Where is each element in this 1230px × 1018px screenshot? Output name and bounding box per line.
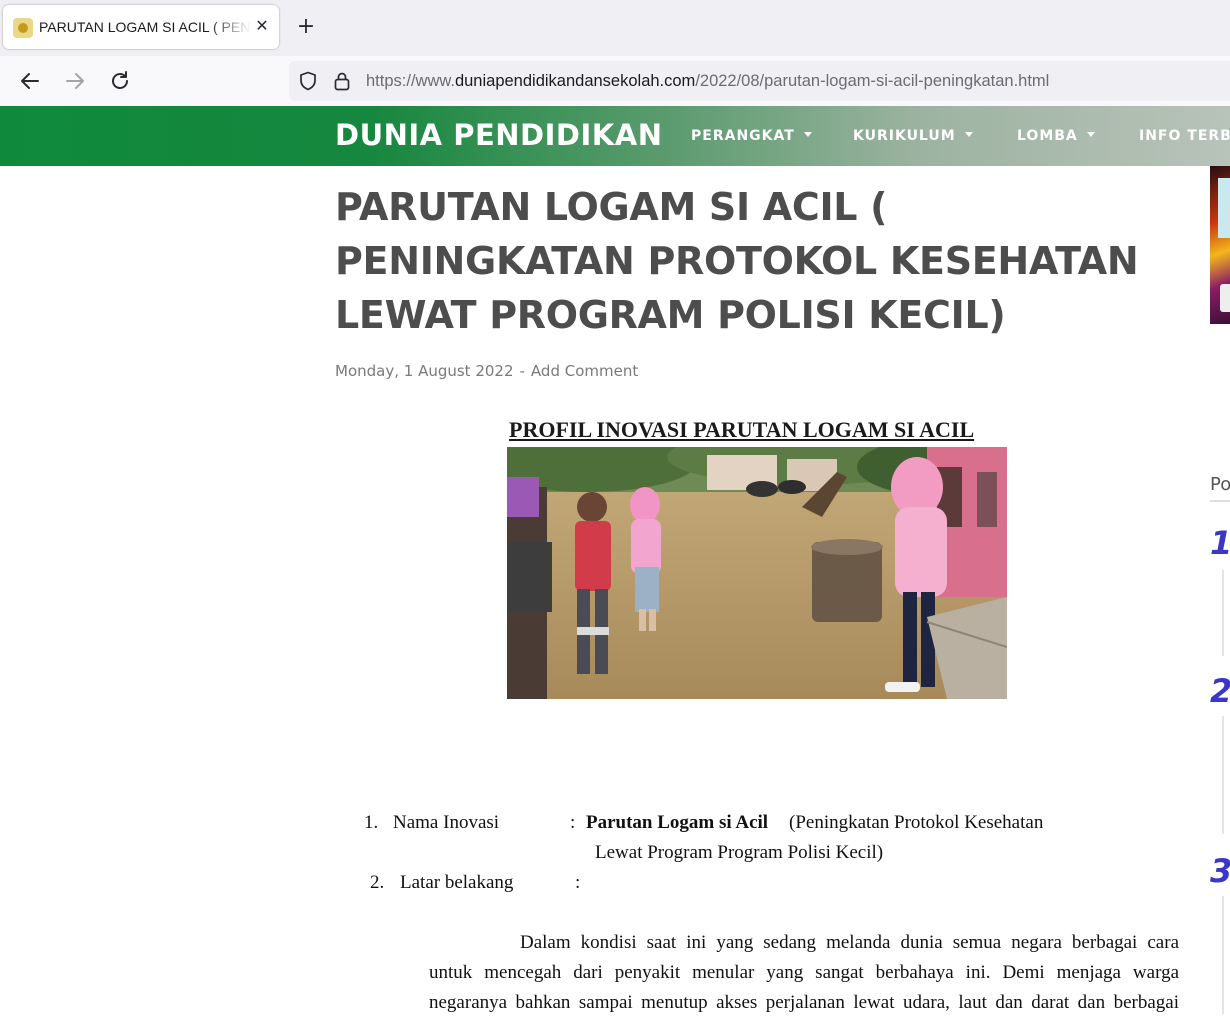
menu-label: PERANGKAT xyxy=(691,128,795,144)
url-host: duniapendidikandansekolah.com xyxy=(454,72,696,90)
chevron-down-icon xyxy=(964,131,973,137)
item2-number: 2. xyxy=(370,872,385,893)
address-bar[interactable]: https://www.duniapendidikandansekolah.co… xyxy=(289,61,1230,101)
sidebar-divider xyxy=(1210,500,1230,502)
item1-value-bold: Parutan Logam si Acil xyxy=(586,812,769,833)
site-favicon-icon xyxy=(13,18,33,38)
ad-button[interactable] xyxy=(1220,284,1230,312)
background-paragraph: Dalam kondisi saat ini yang sedang melan… xyxy=(429,928,1179,1018)
site-header: DUNIA PENDIDIKAN PERANGKAT KURIKULUM LOM… xyxy=(0,106,1230,166)
paragraph-line: untuk mencegah dari penyakit menular yan… xyxy=(429,962,1179,983)
item2-colon: : xyxy=(575,872,581,893)
sidebar-ad-banner[interactable] xyxy=(1210,166,1230,324)
menu-label: LOMBA xyxy=(1017,128,1078,144)
menu-kurikulum[interactable]: KURIKULUM xyxy=(853,128,973,144)
item1-value-rest: (Peningkatan Protokol Kesehatan xyxy=(789,812,1044,833)
item1-value-line2: Lewat Program Program Polisi Kecil) xyxy=(595,842,884,863)
item1-number: 1. xyxy=(364,812,379,833)
site-logo-title[interactable]: DUNIA PENDIDIKAN xyxy=(335,118,662,152)
profile-heading: PROFIL INOVASI PARUTAN LOGAM SI ACIL xyxy=(509,417,975,442)
sidebar-item-border xyxy=(1222,896,1224,1014)
add-comment-link[interactable]: Add Comment xyxy=(531,362,638,380)
url-path: /2022/08/parutan-logam-si-acil-peningkat… xyxy=(695,72,1050,90)
menu-perangkat[interactable]: PERANGKAT xyxy=(691,128,812,144)
item1-colon: : xyxy=(570,812,576,833)
chevron-down-icon xyxy=(803,131,812,137)
menu-lomba[interactable]: LOMBA xyxy=(1017,128,1095,144)
popular-rank-number[interactable]: 2 xyxy=(1210,672,1230,710)
back-arrow-icon[interactable] xyxy=(15,66,45,96)
article-photo xyxy=(507,447,1007,699)
chevron-down-icon xyxy=(1086,131,1095,137)
menu-label: KURIKULUM xyxy=(853,128,956,144)
item2-label: Latar belakang xyxy=(400,872,514,893)
browser-tab[interactable]: PARUTAN LOGAM SI ACIL ( PENINGKATAN PROT… xyxy=(3,5,279,49)
lock-icon[interactable] xyxy=(333,71,351,91)
post-title: PARUTAN LOGAM SI ACIL ( PENINGKATAN PROT… xyxy=(335,185,1139,337)
tracking-shield-icon[interactable] xyxy=(299,71,317,91)
menu-info-terbaru[interactable]: INFO TERBA xyxy=(1139,128,1230,144)
menu-label: INFO TERBA xyxy=(1139,128,1230,144)
new-tab-button[interactable]: + xyxy=(293,14,319,40)
sidebar-item-border xyxy=(1222,570,1224,656)
post-meta: Monday, 1 August 2022- Add Comment xyxy=(335,362,638,380)
paragraph-line: Dalam kondisi saat ini yang sedang melan… xyxy=(520,932,1179,953)
sidebar-item-border xyxy=(1222,716,1224,834)
url-scheme: https://www. xyxy=(366,72,455,90)
item1-label: Nama Inovasi xyxy=(393,812,500,833)
tab-title: PARUTAN LOGAM SI ACIL ( PENINGKATAN PROT… xyxy=(39,19,251,35)
forward-arrow-icon[interactable] xyxy=(60,66,90,96)
popular-rank-number[interactable]: 1 xyxy=(1210,524,1230,562)
meta-separator: - xyxy=(519,362,525,380)
sidebar-popular-heading: Po xyxy=(1210,474,1230,495)
reload-icon[interactable] xyxy=(105,66,135,96)
browser-nav-bar: https://www.duniapendidikandansekolah.co… xyxy=(0,56,1230,107)
url-text[interactable]: https://www.duniapendidikandansekolah.co… xyxy=(366,72,1049,91)
close-tab-icon[interactable]: ✕ xyxy=(252,16,272,36)
ad-panel xyxy=(1218,178,1230,238)
post-date: Monday, 1 August 2022 xyxy=(335,362,514,380)
browser-tab-bar: PARUTAN LOGAM SI ACIL ( PENINGKATAN PROT… xyxy=(0,0,1230,56)
popular-rank-number[interactable]: 3 xyxy=(1210,852,1230,890)
